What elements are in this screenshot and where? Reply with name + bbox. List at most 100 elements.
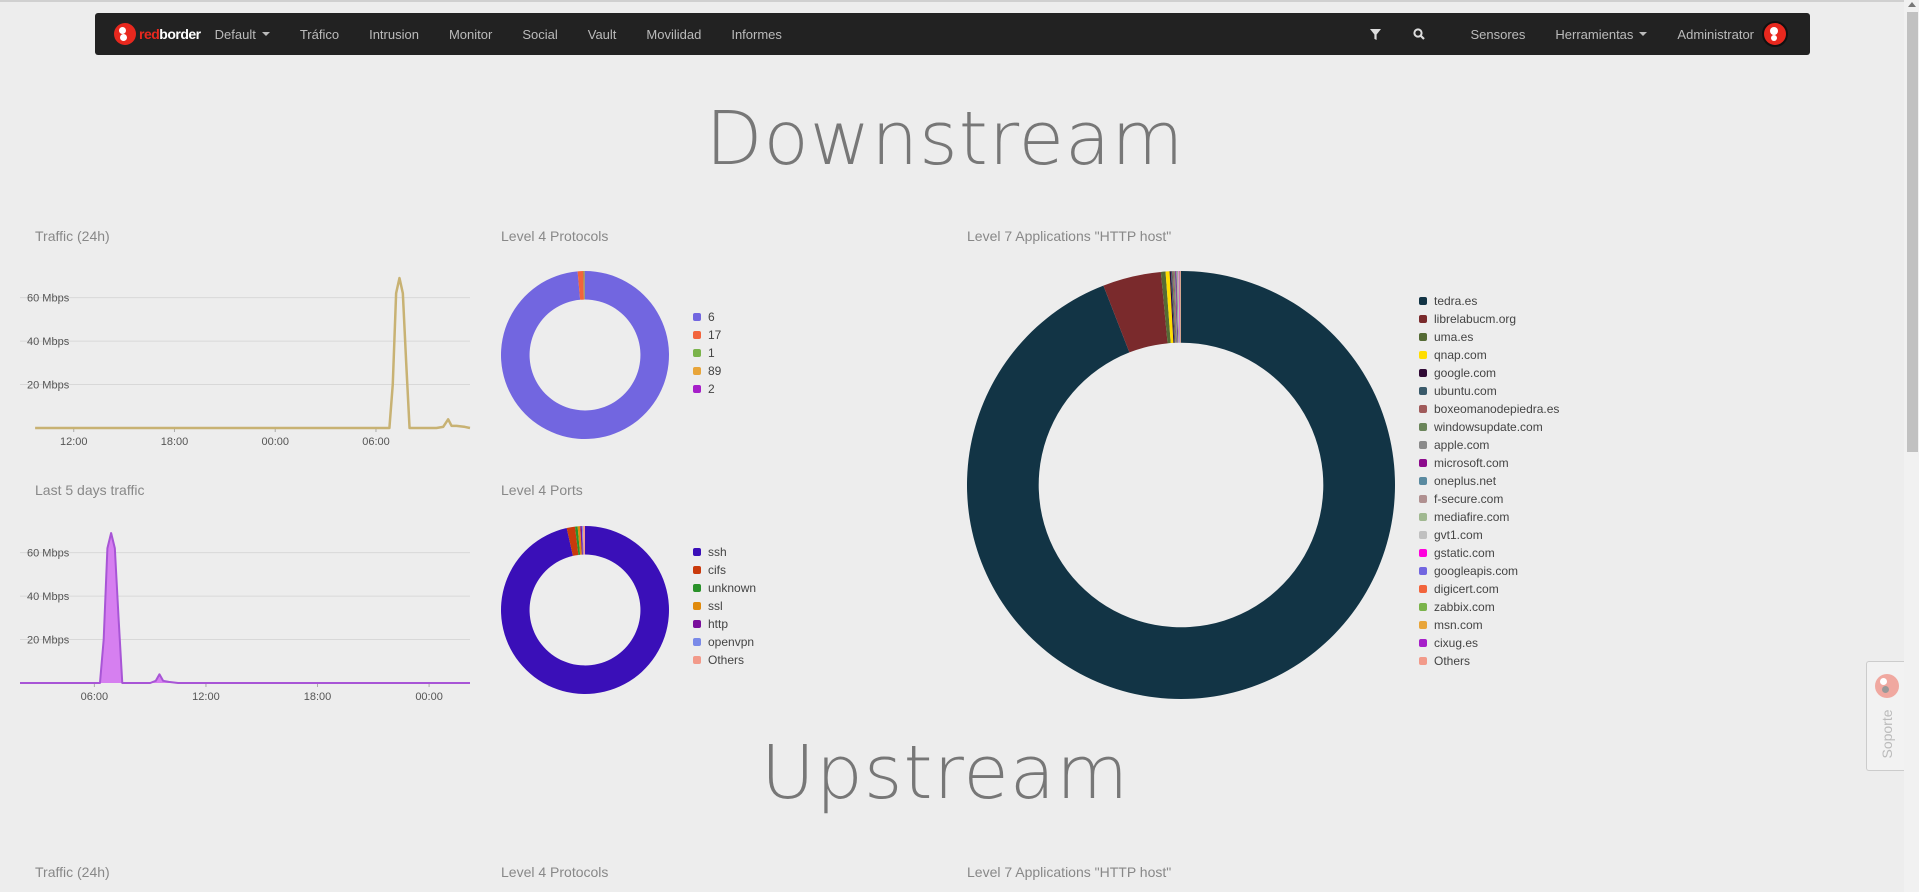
legend-swatch <box>693 548 701 556</box>
legend-label: ubuntu.com <box>1434 384 1497 398</box>
nav-movilidad[interactable]: Movilidad <box>631 13 716 55</box>
legend-label: zabbix.com <box>1434 600 1495 614</box>
nav-sensores[interactable]: Sensores <box>1455 13 1540 55</box>
nav-vault[interactable]: Vault <box>573 13 632 55</box>
legend-label: Others <box>708 653 745 667</box>
support-label: Soporte <box>1879 709 1895 759</box>
legend-label: Others <box>1434 654 1471 668</box>
user-menu[interactable]: Administrator <box>1662 13 1758 55</box>
legend-item[interactable]: 6 <box>693 308 721 326</box>
x-tick-label: 00:00 <box>261 436 289 448</box>
legend-item[interactable]: unknown <box>693 579 756 597</box>
brand-logo-link[interactable]: redborder <box>114 23 201 45</box>
legend-item[interactable]: Others <box>693 651 756 669</box>
legend-swatch <box>1419 513 1427 521</box>
herramientas-dropdown[interactable]: Herramientas <box>1540 13 1662 55</box>
series-line[interactable] <box>20 532 470 684</box>
legend-item[interactable]: apple.com <box>1419 436 1559 454</box>
legend-item[interactable]: ssl <box>693 597 756 615</box>
downstream-title: Downstream <box>705 96 1185 182</box>
legend-item[interactable]: tedra.es <box>1419 292 1559 310</box>
search-button[interactable] <box>1397 13 1441 55</box>
legend-item[interactable]: librelabucm.org <box>1419 310 1559 328</box>
filter-button[interactable] <box>1353 13 1397 55</box>
legend-label: ssh <box>708 545 727 559</box>
legend-item[interactable]: http <box>693 615 756 633</box>
x-tick-label: 12:00 <box>192 691 220 703</box>
legend-item[interactable]: msn.com <box>1419 616 1559 634</box>
legend-item[interactable]: googleapis.com <box>1419 562 1559 580</box>
legend-item[interactable]: gstatic.com <box>1419 544 1559 562</box>
x-tick-label: 06:00 <box>81 691 109 703</box>
legend-item[interactable]: openvpn <box>693 633 756 651</box>
page-scrollbar[interactable] <box>1904 0 1919 892</box>
nav-monitor[interactable]: Monitor <box>434 13 507 55</box>
l4protocols-legend: 6 17 1 89 2 <box>693 308 721 398</box>
l7apps-donut[interactable] <box>966 270 1396 700</box>
legend-item[interactable]: 89 <box>693 362 721 380</box>
legend-item[interactable]: zabbix.com <box>1419 598 1559 616</box>
legend-item[interactable]: 1 <box>693 344 721 362</box>
l4ports-title: Level 4 Ports <box>501 482 583 498</box>
legend-item[interactable]: cifs <box>693 561 756 579</box>
legend-swatch <box>693 584 701 592</box>
redborder-logo-icon <box>114 23 136 45</box>
nav-social[interactable]: Social <box>507 13 572 55</box>
legend-item[interactable]: gvt1.com <box>1419 526 1559 544</box>
navbar-right: Sensores Herramientas Administrator <box>1353 13 1810 55</box>
legend-label: 89 <box>708 364 722 378</box>
legend-swatch <box>1419 603 1427 611</box>
nav-trafico[interactable]: Tráfico <box>285 13 354 55</box>
l4ports-donut[interactable] <box>500 525 670 695</box>
scroll-up-arrow-icon[interactable] <box>1908 2 1916 7</box>
legend-swatch <box>1419 477 1427 485</box>
legend-swatch <box>1419 459 1427 467</box>
legend-item[interactable]: Others <box>1419 652 1559 670</box>
support-tab[interactable]: Soporte <box>1866 661 1906 771</box>
user-avatar[interactable] <box>1762 21 1788 47</box>
legend-swatch <box>1419 369 1427 377</box>
l7apps-legend: tedra.es librelabucm.org uma.es qnap.com goo… <box>1419 292 1559 670</box>
legend-item[interactable]: mediafire.com <box>1419 508 1559 526</box>
legend-item[interactable]: f-secure.com <box>1419 490 1559 508</box>
traffic24-title: Traffic (24h) <box>35 228 110 244</box>
legend-swatch <box>693 385 701 393</box>
legend-item[interactable]: digicert.com <box>1419 580 1559 598</box>
y-tick-label: 20 Mbps <box>27 635 70 647</box>
legend-item[interactable]: ssh <box>693 543 756 561</box>
legend-label: microsoft.com <box>1434 456 1509 470</box>
legend-swatch <box>1419 531 1427 539</box>
filter-icon <box>1369 28 1381 40</box>
nav-intrusion[interactable]: Intrusion <box>354 13 434 55</box>
legend-item[interactable]: 2 <box>693 380 721 398</box>
legend-swatch <box>1419 387 1427 395</box>
last5days-title: Last 5 days traffic <box>35 482 145 498</box>
legend-label: qnap.com <box>1434 348 1487 362</box>
search-icon <box>1413 28 1426 40</box>
last5days-chart[interactable]: 20 Mbps 40 Mbps 60 Mbps 06:00 12:00 18:00 00:0… <box>15 510 475 710</box>
legend-item[interactable]: oneplus.net <box>1419 472 1559 490</box>
l4protocols-donut[interactable] <box>500 270 670 440</box>
series-line[interactable] <box>35 276 471 430</box>
legend-item[interactable]: microsoft.com <box>1419 454 1559 472</box>
legend-item[interactable]: cixug.es <box>1419 634 1559 652</box>
l4protocols-title: Level 4 Protocols <box>501 228 609 244</box>
y-tick-label: 40 Mbps <box>27 336 70 348</box>
legend-item[interactable]: boxeomanodepiedra.es <box>1419 400 1559 418</box>
dashboard-dropdown[interactable]: Default <box>215 13 285 55</box>
legend-item[interactable]: google.com <box>1419 364 1559 382</box>
legend-item[interactable]: windowsupdate.com <box>1419 418 1559 436</box>
legend-item[interactable]: uma.es <box>1419 328 1559 346</box>
legend-item[interactable]: qnap.com <box>1419 346 1559 364</box>
legend-item[interactable]: 17 <box>693 326 721 344</box>
scrollbar-thumb[interactable] <box>1907 12 1918 452</box>
legend-label: uma.es <box>1434 330 1474 344</box>
caret-down-icon <box>261 32 270 36</box>
legend-swatch <box>693 638 701 646</box>
legend-item[interactable]: ubuntu.com <box>1419 382 1559 400</box>
upstream-traffic24-title: Traffic (24h) <box>35 864 110 880</box>
legend-label: cifs <box>708 563 726 577</box>
legend-label: gstatic.com <box>1434 546 1495 560</box>
nav-informes[interactable]: Informes <box>716 13 797 55</box>
traffic24-chart[interactable]: 20 Mbps 40 Mbps 60 Mbps 12:00 18:00 00:00 06:0… <box>15 255 475 455</box>
